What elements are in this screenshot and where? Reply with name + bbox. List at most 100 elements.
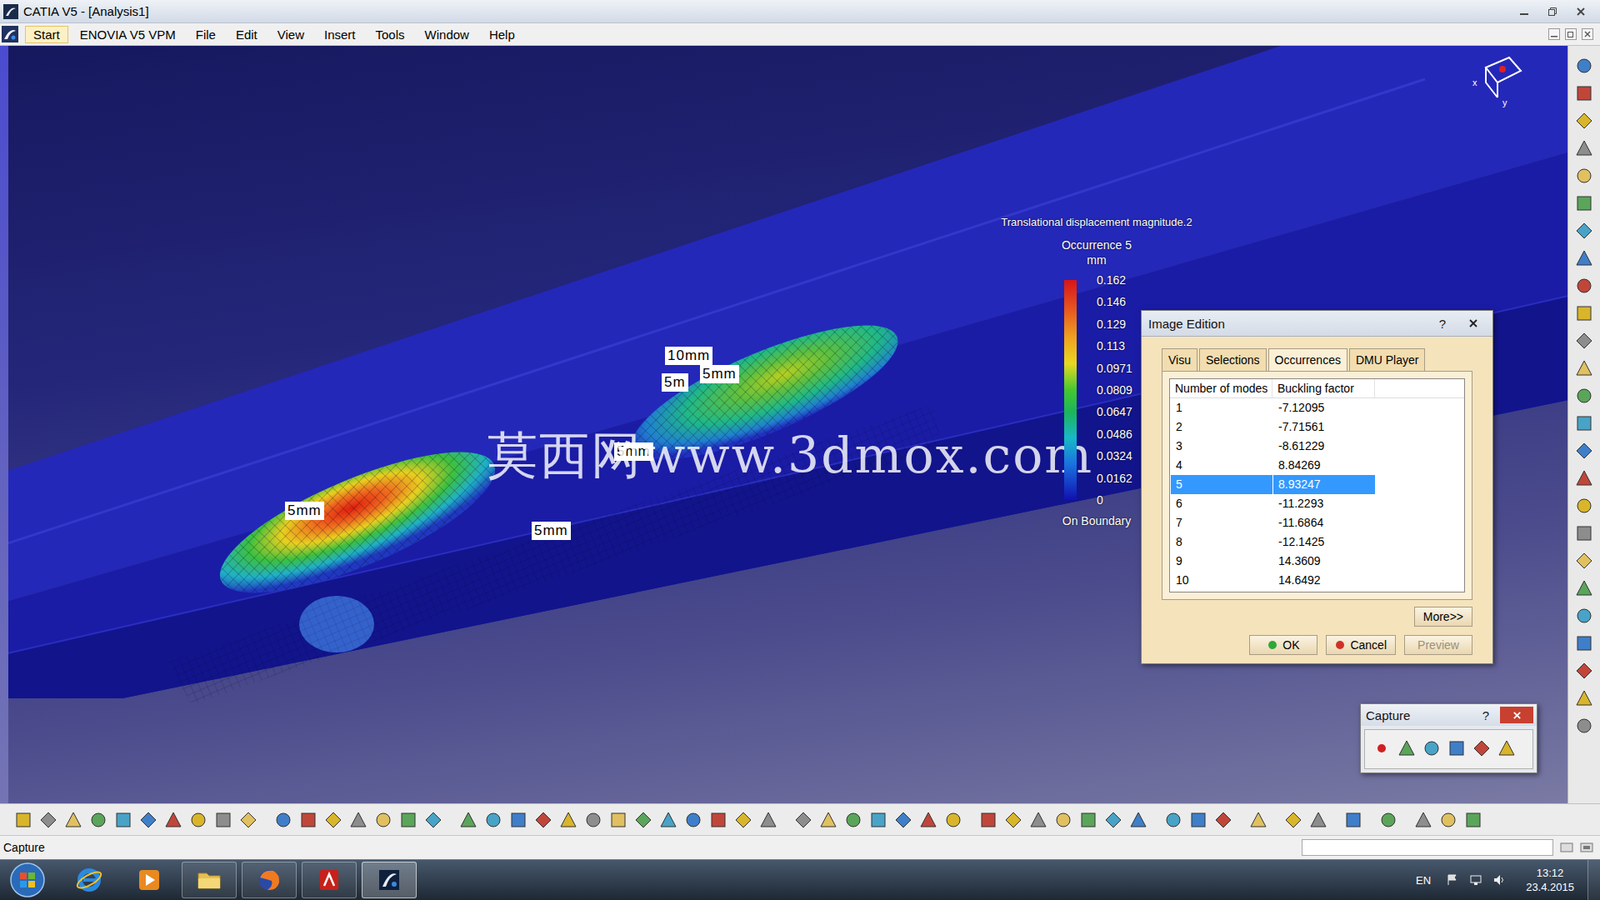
table-row[interactable]: 58.93247 xyxy=(1170,475,1465,495)
tool-icon[interactable] xyxy=(1574,55,1595,76)
tool-icon[interactable] xyxy=(1396,738,1417,759)
tool-icon[interactable] xyxy=(1574,660,1595,681)
tool-icon[interactable] xyxy=(1574,468,1595,489)
table-row[interactable]: 6-11.2293 xyxy=(1170,494,1465,514)
tool-icon[interactable] xyxy=(1003,810,1024,830)
tab[interactable]: Occurrences xyxy=(1268,348,1348,371)
tool-icon[interactable] xyxy=(373,810,394,830)
tool-icon[interactable] xyxy=(458,810,479,830)
tab[interactable]: Selections xyxy=(1199,348,1267,371)
tool-icon[interactable] xyxy=(1421,738,1442,759)
table-row[interactable]: 7-11.6864 xyxy=(1170,513,1465,533)
tool-icon[interactable] xyxy=(1574,303,1595,324)
table-row[interactable]: 914.3609 xyxy=(1170,551,1465,571)
tool-icon[interactable] xyxy=(38,810,59,830)
tool-icon[interactable] xyxy=(558,810,579,830)
tool-icon[interactable] xyxy=(1574,688,1595,709)
close-icon[interactable] xyxy=(1581,28,1594,40)
menu-item[interactable]: Tools xyxy=(367,25,414,44)
tool-icon[interactable] xyxy=(63,810,84,830)
table-row[interactable]: 1-7.12095 xyxy=(1170,398,1465,418)
tool-icon[interactable] xyxy=(1574,385,1595,406)
menu-item[interactable]: File xyxy=(187,25,225,44)
tool-icon[interactable] xyxy=(1308,810,1329,830)
restore-icon[interactable] xyxy=(1565,28,1577,40)
menu-item[interactable]: Help xyxy=(480,25,524,44)
tool-icon[interactable] xyxy=(1574,358,1595,379)
tool-icon[interactable] xyxy=(658,810,679,830)
tool-icon[interactable] xyxy=(1574,633,1595,654)
tool-icon[interactable] xyxy=(533,810,554,830)
tool-icon[interactable] xyxy=(1343,810,1364,830)
capture-title-bar[interactable]: Capture? xyxy=(1360,704,1537,726)
record-icon[interactable] xyxy=(1371,738,1392,759)
tool-icon[interactable] xyxy=(1053,810,1074,830)
tool-icon[interactable] xyxy=(13,810,34,830)
more-button[interactable]: More>> xyxy=(1414,606,1473,627)
show-desktop-button[interactable] xyxy=(1587,860,1600,900)
tool-icon[interactable] xyxy=(1574,550,1595,571)
dialog-button[interactable]: Cancel xyxy=(1325,635,1396,655)
menu-item[interactable]: Window xyxy=(416,25,478,44)
tool-icon[interactable] xyxy=(1574,110,1595,131)
tool-icon[interactable] xyxy=(843,810,864,830)
table-row[interactable]: 2-7.71561 xyxy=(1170,417,1465,437)
tool-icon[interactable] xyxy=(893,810,914,830)
tool-icon[interactable] xyxy=(943,810,964,830)
help-button[interactable]: ? xyxy=(1475,708,1497,723)
dialog-title-bar[interactable]: Image Edition? xyxy=(1141,310,1493,337)
dimension-label[interactable]: 5mm xyxy=(700,365,740,384)
language-indicator[interactable]: EN xyxy=(1415,874,1431,887)
tool-icon[interactable] xyxy=(918,810,939,830)
volume-icon[interactable] xyxy=(1492,873,1506,887)
tool-icon[interactable] xyxy=(608,810,629,830)
tool-icon[interactable] xyxy=(583,810,604,830)
tool-icon[interactable] xyxy=(508,810,529,830)
3d-viewport[interactable]: 10mm5m5mm5mm5mm5mm莫西网www.3dmox.comxyTran… xyxy=(8,45,1568,804)
tool-icon[interactable] xyxy=(758,810,779,830)
compass-icon[interactable]: xy xyxy=(1469,49,1530,110)
status-icon[interactable] xyxy=(1560,840,1574,855)
table-row[interactable]: 3-8.61229 xyxy=(1170,436,1465,456)
taskbar-button[interactable] xyxy=(241,861,297,899)
tool-icon[interactable] xyxy=(238,810,259,830)
tool-icon[interactable] xyxy=(818,810,839,830)
tool-icon[interactable] xyxy=(273,810,294,830)
tool-icon[interactable] xyxy=(398,810,419,830)
column-header[interactable]: Buckling factor xyxy=(1272,379,1375,398)
tool-icon[interactable] xyxy=(88,810,109,830)
tool-icon[interactable] xyxy=(793,810,814,830)
dimension-label[interactable]: 10mm xyxy=(665,346,713,365)
tool-icon[interactable] xyxy=(1078,810,1099,830)
tool-icon[interactable] xyxy=(1574,413,1595,434)
tool-icon[interactable] xyxy=(1574,165,1595,186)
tool-icon[interactable] xyxy=(1574,715,1595,736)
tool-icon[interactable] xyxy=(1574,605,1595,626)
tool-icon[interactable] xyxy=(733,810,754,830)
taskbar-button[interactable] xyxy=(301,861,357,899)
tool-icon[interactable] xyxy=(1028,810,1049,830)
tool-icon[interactable] xyxy=(1446,738,1467,759)
tab[interactable]: Visu xyxy=(1161,348,1198,371)
tool-icon[interactable] xyxy=(483,810,504,830)
minimize-icon[interactable] xyxy=(1548,28,1560,40)
tool-icon[interactable] xyxy=(1574,138,1595,159)
tool-icon[interactable] xyxy=(1574,440,1595,461)
close-button[interactable] xyxy=(1568,3,1594,20)
tool-icon[interactable] xyxy=(1188,810,1209,830)
tool-icon[interactable] xyxy=(1574,220,1595,241)
command-field[interactable] xyxy=(1301,839,1554,856)
tool-icon[interactable] xyxy=(1574,330,1595,351)
column-header[interactable]: Number of modes xyxy=(1170,379,1273,398)
menu-item[interactable]: Edit xyxy=(227,25,266,44)
tool-icon[interactable] xyxy=(348,810,369,830)
help-button[interactable]: ? xyxy=(1430,316,1455,331)
table-row[interactable]: 8-12.1425 xyxy=(1170,532,1465,552)
tool-icon[interactable] xyxy=(1574,495,1595,516)
tool-icon[interactable] xyxy=(978,810,999,830)
tool-icon[interactable] xyxy=(633,810,654,830)
tool-icon[interactable] xyxy=(868,810,889,830)
tool-icon[interactable] xyxy=(1283,810,1304,830)
tool-icon[interactable] xyxy=(1471,738,1492,759)
menu-item[interactable]: View xyxy=(269,25,313,44)
